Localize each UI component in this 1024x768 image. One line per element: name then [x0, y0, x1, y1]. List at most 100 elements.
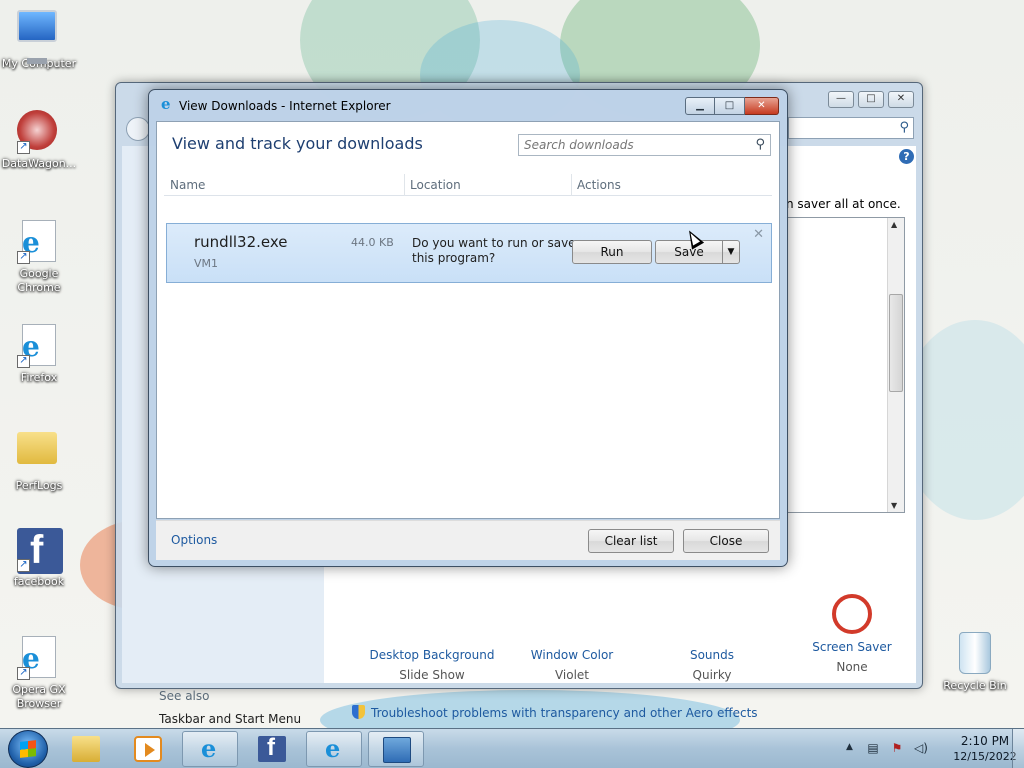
search-icon[interactable]: ⚲	[755, 137, 765, 152]
desktop-icon-my-computer[interactable]: My Computer	[1, 10, 77, 71]
taskbar-explorer[interactable]	[58, 731, 114, 767]
desktop-icon-label: PerfLogs	[15, 479, 63, 492]
start-button[interactable]	[8, 730, 48, 768]
troubleshoot-label[interactable]: Troubleshoot problems with transparency …	[371, 706, 758, 720]
desktop-background-item[interactable]: Desktop Background Slide Show	[362, 594, 502, 682]
download-filename: rundll32.exe	[194, 233, 288, 251]
item-title[interactable]: Window Color	[502, 648, 642, 662]
scrollbar[interactable]: ▲ ▼	[887, 218, 904, 512]
screen-saver-icon	[832, 594, 872, 634]
help-icon[interactable]: ?	[899, 149, 914, 164]
item-subtitle: Violet	[554, 668, 590, 682]
taskbar-facebook[interactable]: f	[244, 731, 300, 767]
desktop-icon-label: Google Chrome	[17, 267, 61, 294]
downloads-panel: View and track your downloads ⚲ Name Loc…	[156, 121, 780, 519]
desktop-icon-datawagon[interactable]: ↗ DataWagon...	[1, 110, 77, 171]
troubleshoot-link[interactable]: Troubleshoot problems with transparency …	[352, 705, 758, 720]
desktop-icon-google-chrome[interactable]: e ↗ Google Chrome	[1, 220, 77, 295]
desktop-icon-label: Opera GX Browser	[12, 683, 66, 710]
clock-date[interactable]: 12/15/2022	[952, 750, 1018, 763]
desktop-icon-label: Recycle Bin	[943, 679, 1007, 692]
window-color-icon	[548, 594, 596, 642]
taskbar-internet-explorer[interactable]: e	[182, 731, 238, 767]
ie-icon: e ↗	[17, 636, 61, 680]
facebook-icon: f	[258, 734, 286, 762]
window-color-item[interactable]: Window Color Violet	[502, 594, 642, 682]
search-downloads-box[interactable]: ⚲	[518, 134, 771, 156]
item-subtitle: None	[836, 660, 868, 674]
minimize-button[interactable]: ▁	[685, 97, 715, 115]
column-name[interactable]: Name	[170, 178, 205, 192]
folder-icon	[17, 432, 61, 476]
search-icon: ⚲	[899, 120, 909, 135]
minimize-button[interactable]: —	[828, 91, 854, 108]
scrollbar-thumb[interactable]	[889, 294, 903, 392]
taskbar-start-menu-link[interactable]: Taskbar and Start Menu	[159, 712, 301, 726]
close-dialog-button[interactable]: Close	[683, 529, 769, 553]
computer-icon	[17, 10, 61, 54]
taskbar-control-panel[interactable]	[368, 731, 424, 767]
ie-icon: e ↗	[17, 220, 61, 264]
see-also-label: See also	[159, 689, 210, 703]
item-title[interactable]: Desktop Background	[362, 648, 502, 662]
control-panel-icon	[383, 737, 411, 763]
maximize-button[interactable]: □	[858, 91, 884, 108]
ie-icon: e	[161, 95, 171, 113]
search-input[interactable]	[519, 135, 739, 155]
column-location[interactable]: Location	[410, 178, 461, 192]
options-link[interactable]: Options	[171, 533, 217, 547]
item-subtitle: Quirky	[692, 668, 732, 682]
action-center-icon[interactable]: ⚑	[890, 741, 904, 755]
item-title[interactable]: Sounds	[642, 648, 782, 662]
save-dropdown-button[interactable]: ▼	[722, 240, 740, 264]
taskbar-media-player[interactable]	[120, 731, 176, 767]
ie-icon: e	[325, 734, 341, 763]
desktop-icon-label: Firefox	[20, 371, 58, 384]
control-panel-search-input[interactable]: ⚲	[788, 117, 914, 139]
item-title[interactable]: Screen Saver	[782, 640, 922, 654]
desktop-icon-label: DataWagon...	[1, 157, 77, 170]
network-icon[interactable]: ▤	[866, 741, 880, 755]
show-desktop-button[interactable]	[1012, 729, 1024, 768]
desktop-icon-opera-gx[interactable]: e ↗ Opera GX Browser	[1, 636, 77, 711]
desktop-icon-firefox[interactable]: e ↗ Firefox	[1, 324, 77, 385]
facebook-icon: f ↗	[17, 528, 63, 574]
window-title: View Downloads - Internet Explorer	[179, 99, 391, 113]
close-button[interactable]: ✕	[745, 97, 779, 115]
scroll-down-arrow-icon[interactable]: ▼	[891, 501, 897, 510]
theme-list[interactable]: ▲ ▼	[786, 217, 905, 513]
view-downloads-window: e View Downloads - Internet Explorer ▁ □…	[148, 89, 788, 567]
desktop-icon-label: facebook	[13, 575, 65, 588]
page-title: View and track your downloads	[172, 134, 423, 153]
run-button[interactable]: Run	[572, 240, 652, 264]
maximize-button[interactable]: □	[715, 97, 745, 115]
download-row[interactable]: rundll32.exe 44.0 KB VM1 Do you want to …	[166, 223, 772, 283]
desktop-background-icon	[408, 594, 456, 642]
download-source: VM1	[194, 257, 219, 270]
desktop-icon-perflogs[interactable]: PerfLogs	[1, 424, 77, 493]
dismiss-icon[interactable]: ✕	[753, 227, 764, 242]
back-button[interactable]	[126, 117, 150, 141]
dialog-footer: Options Clear list Close	[156, 520, 780, 560]
personalization-items: Desktop Background Slide Show Window Col…	[362, 594, 922, 682]
show-hidden-icons-icon[interactable]: ▲	[846, 742, 853, 752]
sounds-icon	[688, 594, 736, 642]
column-divider	[404, 174, 405, 196]
shield-icon	[352, 705, 365, 719]
clock-time[interactable]: 2:10 PM	[952, 734, 1018, 748]
screen-saver-item[interactable]: Screen Saver None	[782, 594, 922, 682]
taskbar-internet-explorer-2[interactable]: e	[306, 731, 362, 767]
desktop-icon-facebook[interactable]: f ↗ facebook	[1, 528, 77, 589]
desktop-icon-recycle-bin[interactable]: Recycle Bin	[937, 632, 1013, 693]
clear-list-button[interactable]: Clear list	[588, 529, 674, 553]
close-button[interactable]: ✕	[888, 91, 914, 108]
recycle-bin-icon	[953, 632, 997, 676]
sounds-item[interactable]: Sounds Quirky	[642, 594, 782, 682]
ie-icon: e ↗	[17, 324, 61, 368]
folder-icon	[72, 736, 100, 762]
taskbar: e f e ▲ ▤ ⚑ ◁) 2:10 PM 12/15/2022	[0, 728, 1024, 768]
volume-icon[interactable]: ◁)	[914, 741, 928, 755]
download-prompt: Do you want to run or save this program?	[412, 236, 576, 265]
scroll-up-arrow-icon[interactable]: ▲	[891, 220, 897, 229]
screen-saver-hint: n saver all at once.	[786, 197, 901, 211]
